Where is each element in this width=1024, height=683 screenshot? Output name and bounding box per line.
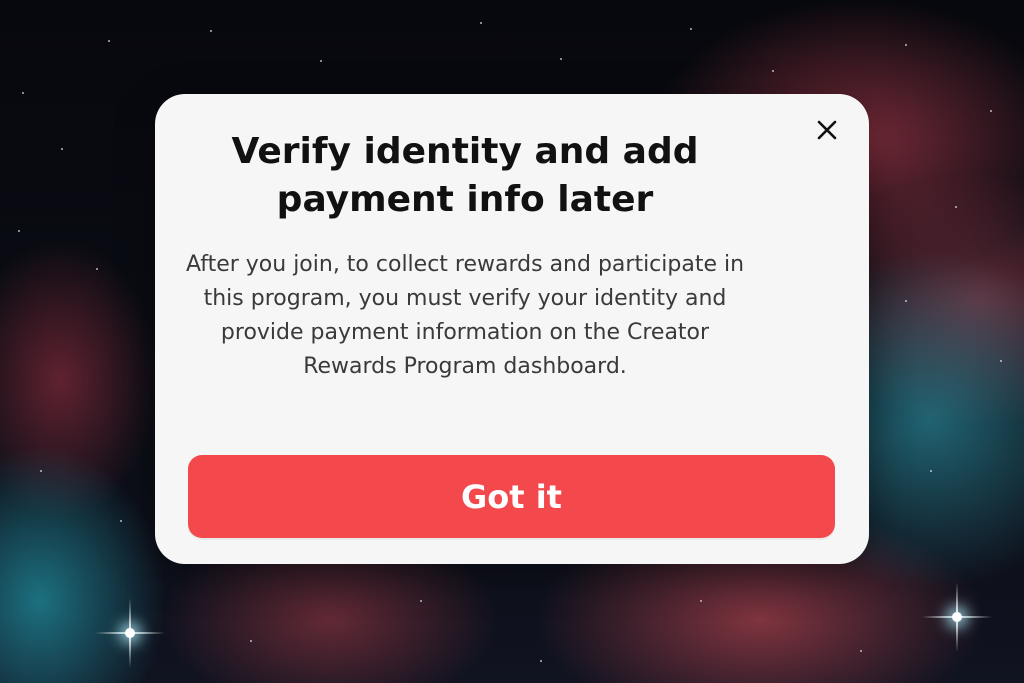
close-icon <box>817 120 837 140</box>
dialog-title: Verify identity and add payment info lat… <box>231 131 699 220</box>
star <box>108 40 110 42</box>
star <box>700 600 702 602</box>
star <box>22 92 24 94</box>
star <box>905 44 907 46</box>
star <box>560 58 562 60</box>
star <box>860 650 862 652</box>
star <box>990 110 992 112</box>
verify-identity-dialog: Verify identity and add payment info lat… <box>155 94 869 564</box>
star <box>40 470 42 472</box>
star <box>772 70 774 72</box>
star <box>690 28 692 30</box>
star <box>320 60 322 62</box>
star <box>250 640 252 642</box>
star <box>480 22 482 24</box>
close-button[interactable] <box>811 114 843 146</box>
star <box>18 230 20 232</box>
star <box>420 600 422 602</box>
star <box>540 660 542 662</box>
sparkle <box>922 582 992 652</box>
sparkle <box>95 598 165 668</box>
star <box>61 148 63 150</box>
star <box>1000 360 1002 362</box>
dialog-body-text: After you join, to collect rewards and p… <box>185 252 745 379</box>
star <box>905 300 907 302</box>
star <box>120 520 122 522</box>
star <box>955 206 957 208</box>
star <box>210 30 212 32</box>
got-it-button[interactable]: Got it <box>188 455 835 538</box>
star <box>96 268 98 270</box>
star <box>930 470 932 472</box>
